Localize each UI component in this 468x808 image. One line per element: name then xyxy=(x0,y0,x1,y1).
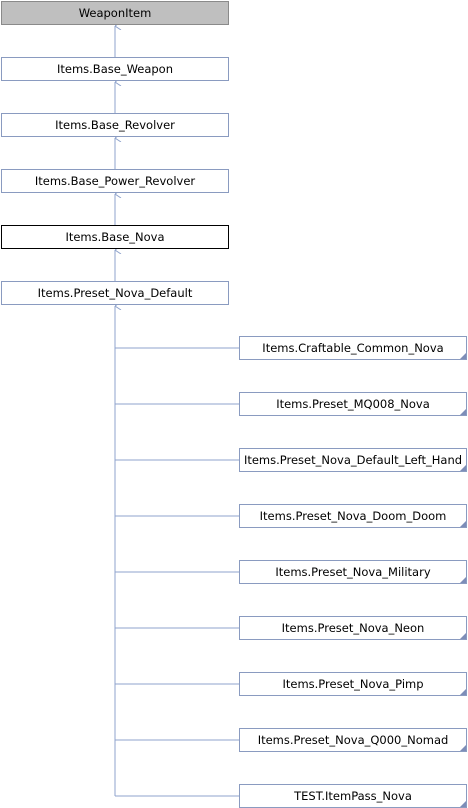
child-edges xyxy=(114,306,239,797)
class-node-child[interactable]: Items.Preset_Nova_Neon xyxy=(239,616,467,640)
class-node-base-nova[interactable]: Items.Base_Nova xyxy=(1,225,229,249)
class-node-base-revolver[interactable]: Items.Base_Revolver xyxy=(1,113,229,137)
class-node-base-weapon[interactable]: Items.Base_Weapon xyxy=(1,57,229,81)
class-node-preset-nova-default[interactable]: Items.Preset_Nova_Default xyxy=(1,281,229,305)
class-node-child[interactable]: Items.Craftable_Common_Nova xyxy=(239,336,467,360)
class-node-child[interactable]: Items.Preset_Nova_Military xyxy=(239,560,467,584)
class-node-child[interactable]: Items.Preset_MQ008_Nova xyxy=(239,392,467,416)
class-node-child[interactable]: Items.Preset_Nova_Doom_Doom xyxy=(239,504,467,528)
class-node-child[interactable]: Items.Preset_Nova_Default_Left_Hand xyxy=(239,448,467,472)
class-node-base-power-revolver[interactable]: Items.Base_Power_Revolver xyxy=(1,169,229,193)
class-node-child[interactable]: TEST.ItemPass_Nova xyxy=(239,784,467,808)
class-node-child[interactable]: Items.Preset_Nova_Pimp xyxy=(239,672,467,696)
class-node-child[interactable]: Items.Preset_Nova_Q000_Nomad xyxy=(239,728,467,752)
class-node-weapon-item[interactable]: WeaponItem xyxy=(1,1,229,25)
